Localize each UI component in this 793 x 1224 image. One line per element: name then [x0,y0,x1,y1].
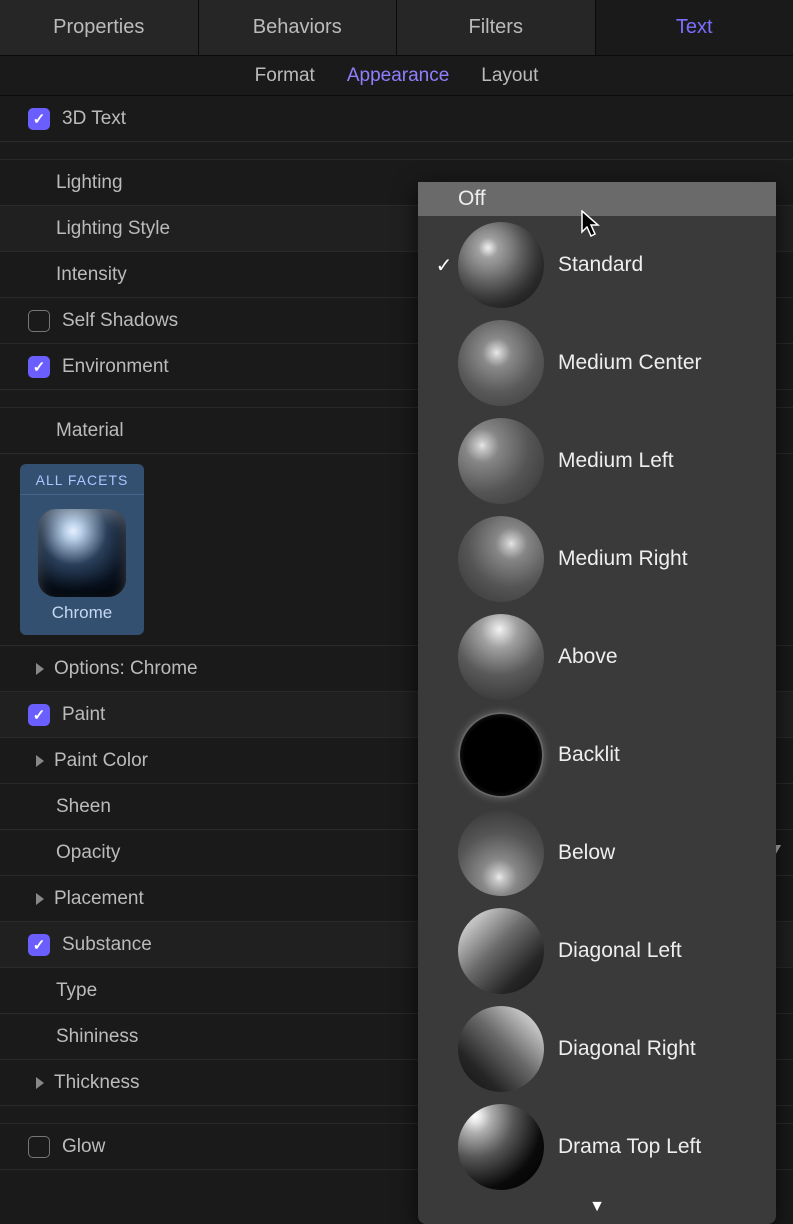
popup-item-diagonal-right[interactable]: Diagonal Right [418,1000,776,1098]
sphere-preview-icon [458,516,544,602]
checkbox-substance[interactable]: ✓ [28,934,50,956]
disclosure-icon[interactable] [36,1077,44,1089]
checkbox-paint[interactable]: ✓ [28,704,50,726]
popup-label: Diagonal Right [558,1037,696,1061]
facet-header: ALL FACETS [20,472,144,495]
popup-label: Drama Top Left [558,1135,701,1159]
label-opacity: Opacity [56,842,120,864]
material-name: Chrome [20,603,144,623]
popup-item-diagonal-left[interactable]: Diagonal Left [418,902,776,1000]
popup-item-below[interactable]: Below [418,804,776,902]
subtab-appearance[interactable]: Appearance [347,65,449,87]
label-thickness: Thickness [54,1072,140,1094]
checkbox-glow[interactable] [28,1136,50,1158]
popup-label: Below [558,841,615,865]
sphere-preview-icon [458,908,544,994]
sphere-preview-icon [458,222,544,308]
check-icon: ✓ [33,110,46,128]
sphere-preview-icon [458,712,544,798]
popup-item-backlit[interactable]: Backlit [418,706,776,804]
label-placement: Placement [54,888,144,910]
tab-text[interactable]: Text [596,0,793,55]
sub-tab-bar: Format Appearance Layout [0,56,793,96]
subtab-layout[interactable]: Layout [481,65,538,87]
sphere-preview-icon [458,320,544,406]
check-icon: ✓ [33,358,46,376]
lighting-style-popup: Off ✓ Standard Medium Center Medium Left… [418,182,776,1224]
label-sheen: Sheen [56,796,111,818]
check-icon: ✓ [33,936,46,954]
cursor-icon [580,210,602,238]
subtab-format[interactable]: Format [255,65,315,87]
tab-filters[interactable]: Filters [397,0,596,55]
checkbox-self-shadows[interactable] [28,310,50,332]
sphere-preview-icon [458,1104,544,1190]
checkbox-3d-text[interactable]: ✓ [28,108,50,130]
checkbox-environment[interactable]: ✓ [28,356,50,378]
label-self-shadows: Self Shadows [62,310,178,332]
scroll-down-icon[interactable]: ▼ [418,1196,776,1216]
sphere-preview-icon [458,810,544,896]
disclosure-icon[interactable] [36,755,44,767]
tab-properties[interactable]: Properties [0,0,199,55]
label-material: Material [56,420,124,442]
facet-card[interactable]: ALL FACETS Chrome [20,464,144,635]
popup-label: Standard [558,253,643,277]
popup-item-medium-center[interactable]: Medium Center [418,314,776,412]
label-lighting: Lighting [56,172,123,194]
disclosure-icon[interactable] [36,663,44,675]
label-type: Type [56,980,97,1002]
disclosure-icon[interactable] [36,893,44,905]
label-paint-color: Paint Color [54,750,148,772]
popup-label: Medium Right [558,547,688,571]
popup-item-medium-right[interactable]: Medium Right [418,510,776,608]
label-substance: Substance [62,934,152,956]
popup-label: Diagonal Left [558,939,682,963]
popup-label: Above [558,645,618,669]
main-tab-bar: Properties Behaviors Filters Text [0,0,793,56]
popup-item-drama-top-left[interactable]: Drama Top Left [418,1098,776,1196]
popup-label: Medium Left [558,449,674,473]
label-paint: Paint [62,704,105,726]
row-3d-text[interactable]: ✓ 3D Text [0,96,793,142]
sphere-preview-icon [458,614,544,700]
check-icon: ✓ [430,253,458,278]
tab-behaviors[interactable]: Behaviors [199,0,398,55]
label-intensity: Intensity [56,264,127,286]
popup-item-above[interactable]: Above [418,608,776,706]
popup-label: Backlit [558,743,620,767]
popup-label-off: Off [458,187,486,211]
material-thumbnail[interactable] [38,509,126,597]
popup-item-medium-left[interactable]: Medium Left [418,412,776,510]
popup-label: Medium Center [558,351,702,375]
sphere-preview-icon [458,418,544,504]
label-lighting-style: Lighting Style [56,218,170,240]
label-environment: Environment [62,356,169,378]
label-options-chrome: Options: Chrome [54,658,198,680]
check-icon: ✓ [33,706,46,724]
label-3d-text: 3D Text [62,108,126,130]
sphere-preview-icon [458,1006,544,1092]
label-shininess: Shininess [56,1026,138,1048]
label-glow: Glow [62,1136,105,1158]
